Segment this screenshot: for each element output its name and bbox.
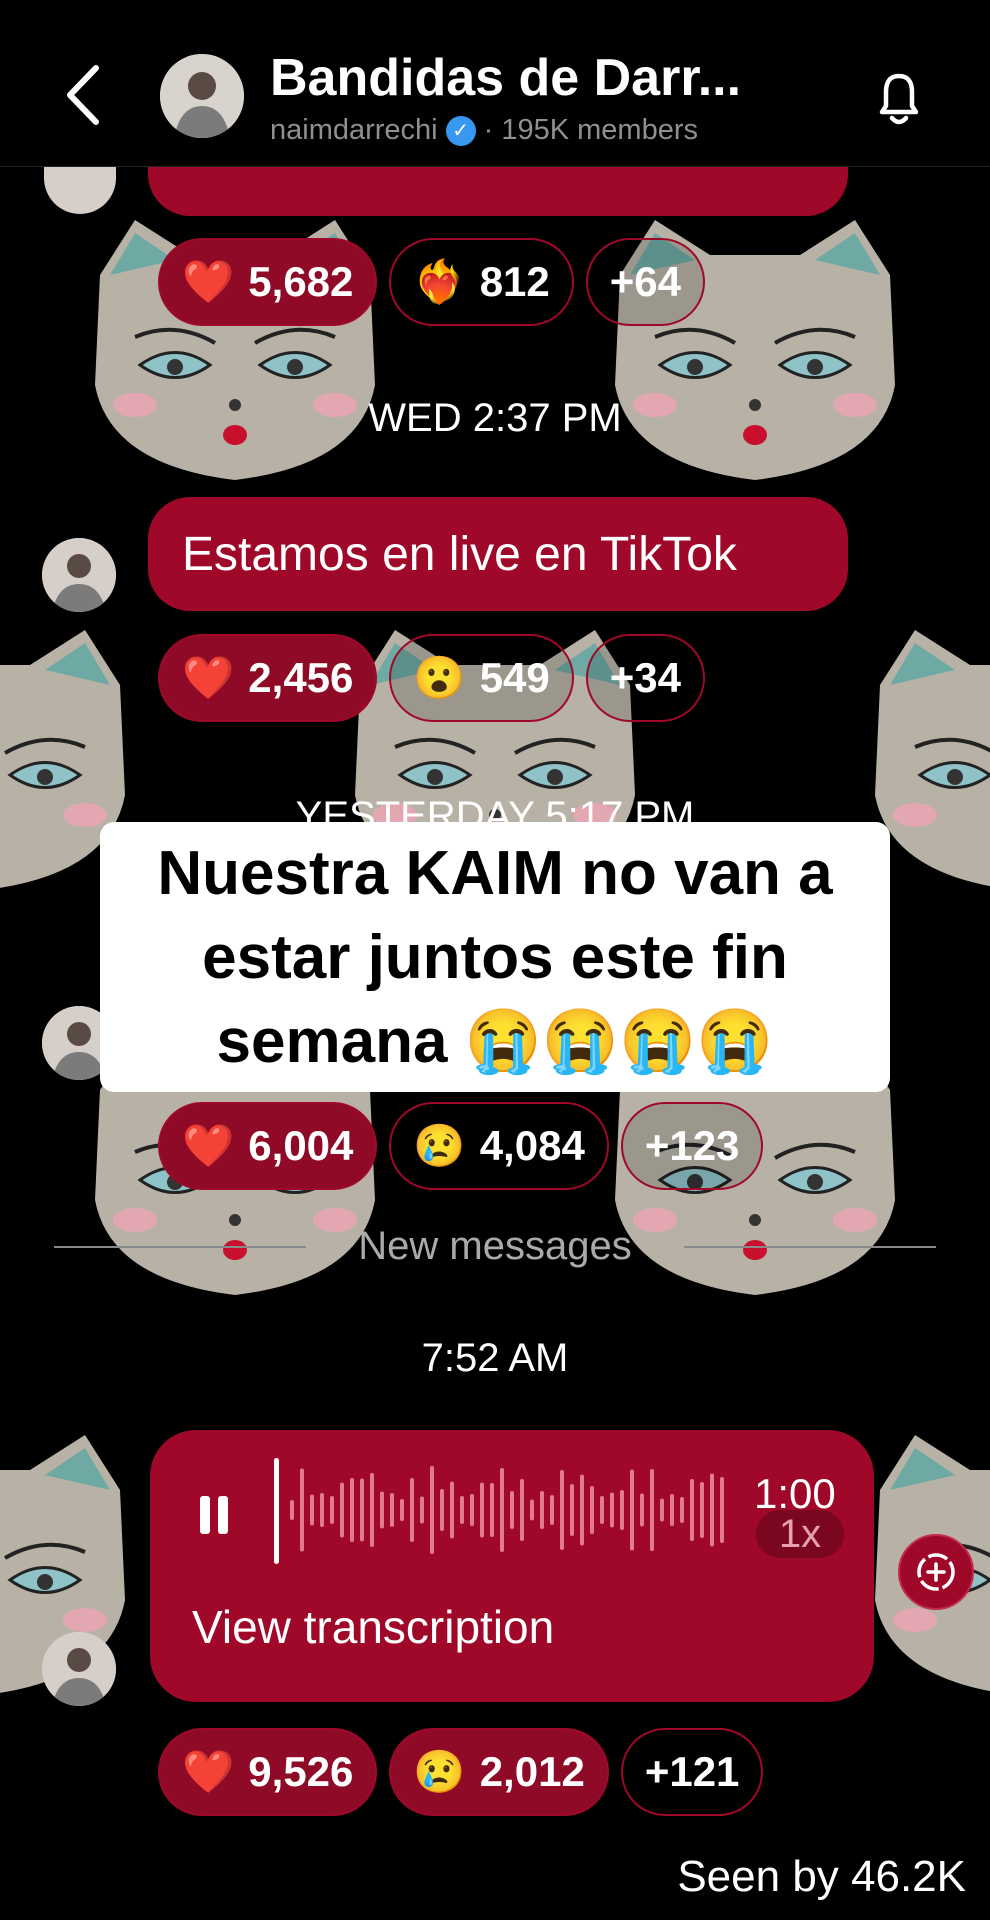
waveform-bar	[360, 1478, 364, 1542]
reaction-more[interactable]: +121	[620, 1728, 764, 1816]
add-reaction-button[interactable]	[898, 1534, 974, 1610]
waveform-bar	[340, 1482, 344, 1538]
reaction-heart[interactable]: ❤️ 6,004	[158, 1102, 378, 1190]
heart-emoji-icon: ❤️	[182, 1747, 235, 1795]
reaction-row-2: ❤️ 2,456 😮 549 +34	[158, 634, 706, 722]
waveform-bar	[350, 1478, 354, 1542]
waveform-bar	[720, 1477, 724, 1543]
caption-line-2: estar juntos este fin	[202, 923, 788, 992]
waveform-bar	[600, 1496, 604, 1524]
reaction-row-1: ❤️ 5,682 ❤️‍🔥 812 +64	[158, 238, 706, 326]
waveform-bar	[670, 1494, 674, 1526]
pause-icon[interactable]	[196, 1494, 232, 1536]
reaction-more[interactable]: +64	[585, 238, 706, 326]
reaction-row-3: ❤️ 6,004 😢 4,084 +123	[158, 1102, 764, 1190]
heart-emoji-icon: ❤️	[182, 1121, 235, 1169]
waveform-bar	[320, 1493, 324, 1527]
reaction-heart[interactable]: ❤️ 9,526	[158, 1728, 378, 1816]
reaction-row-4: ❤️ 9,526 😢 2,012 +121	[158, 1728, 764, 1816]
waveform-bar	[420, 1496, 424, 1524]
waveform-bar	[330, 1496, 334, 1524]
heart-emoji-icon: ❤️	[182, 653, 235, 701]
reaction-surprised[interactable]: 😮 549	[389, 634, 574, 722]
add-circle-icon	[917, 1553, 955, 1591]
waveform-bar	[560, 1470, 564, 1550]
back-arrow-icon[interactable]	[60, 60, 106, 130]
waveform-bar	[290, 1500, 294, 1520]
caption-line-1: Nuestra KAIM no van a	[157, 839, 833, 908]
waveform-bar	[680, 1497, 684, 1523]
crying-emoji-icon: 😢	[413, 1121, 466, 1169]
waveform-bar	[390, 1493, 394, 1527]
surprised-emoji-icon: 😮	[413, 653, 466, 701]
waveform-bar	[470, 1494, 474, 1526]
waveform-bar	[440, 1489, 444, 1531]
chat-screen: Bandidas de Darr... naimdarrechi ✓ · 195…	[0, 0, 990, 1920]
waveform-bar	[490, 1483, 494, 1537]
waveform-bar	[640, 1493, 644, 1527]
reaction-more[interactable]: +34	[585, 634, 706, 722]
waveform-bar	[300, 1468, 304, 1552]
sender-avatar[interactable]	[42, 538, 116, 612]
message-text: Estamos en live en TikTok	[182, 527, 737, 581]
audio-waveform[interactable]	[290, 1460, 730, 1560]
waveform-bar	[430, 1466, 434, 1554]
heart-fire-emoji-icon: ❤️‍🔥	[413, 257, 466, 305]
heart-emoji-icon: ❤️	[182, 257, 235, 305]
waveform-bar	[660, 1498, 664, 1522]
crying-emoji-icon: 😢	[413, 1747, 466, 1795]
waveform-bar	[690, 1479, 694, 1541]
timestamp-wed: WED 2:37 PM	[368, 396, 622, 440]
reaction-heart[interactable]: ❤️ 5,682	[158, 238, 378, 326]
waveform-bar	[700, 1482, 704, 1538]
waveform-bar	[520, 1479, 524, 1541]
sender-avatar[interactable]	[42, 1632, 116, 1706]
channel-title[interactable]: Bandidas de Darr...	[270, 48, 741, 108]
waveform-bar	[370, 1473, 374, 1547]
seen-by-count: Seen by 46.2K	[677, 1852, 966, 1901]
waveform-bar	[610, 1492, 614, 1528]
reaction-more[interactable]: +123	[620, 1102, 764, 1190]
reaction-crying[interactable]: 😢 4,084	[389, 1102, 609, 1190]
waveform-bar	[510, 1491, 514, 1529]
waveform-bar	[480, 1482, 484, 1538]
waveform-bar	[550, 1495, 554, 1525]
waveform-bar	[400, 1499, 404, 1521]
waveform-bar	[650, 1469, 654, 1551]
channel-avatar[interactable]	[160, 54, 244, 138]
waveform-bar	[310, 1494, 314, 1526]
new-messages-label: New messages	[358, 1224, 632, 1268]
waveform-bar	[450, 1481, 454, 1539]
waveform-bar	[580, 1474, 584, 1546]
waveform-bar	[570, 1484, 574, 1536]
waveform-bar	[540, 1491, 544, 1529]
channel-subtitle: naimdarrechi ✓ · 195K members	[270, 114, 698, 147]
message-live-tiktok[interactable]: Estamos en live en TikTok	[148, 497, 848, 611]
verified-badge-icon: ✓	[445, 115, 476, 146]
waveform-bar	[530, 1499, 534, 1521]
view-transcription-link[interactable]: View transcription	[192, 1600, 554, 1654]
waveform-bar	[500, 1468, 504, 1552]
timestamp-today: 7:52 AM	[421, 1336, 569, 1380]
playback-scrubber[interactable]	[274, 1458, 279, 1564]
member-count: · 195K members	[483, 114, 698, 146]
waveform-bar	[710, 1473, 714, 1547]
video-caption-overlay: Nuestra KAIM no van a estar juntos este …	[100, 822, 890, 1092]
waveform-bar	[630, 1469, 634, 1551]
reaction-crying[interactable]: 😢 2,012	[389, 1728, 609, 1816]
playback-speed-button[interactable]: 1x	[756, 1510, 844, 1558]
reaction-heart[interactable]: ❤️ 2,456	[158, 634, 378, 722]
sender-avatar[interactable]	[44, 166, 116, 214]
waveform-bar	[460, 1496, 464, 1524]
reaction-heart-fire[interactable]: ❤️‍🔥 812	[389, 238, 574, 326]
waveform-bar	[620, 1490, 624, 1530]
caption-line-3: semana 😭😭😭😭	[216, 1007, 774, 1076]
bell-icon[interactable]	[872, 68, 926, 128]
channel-username: naimdarrechi	[270, 114, 438, 146]
waveform-bar	[410, 1478, 414, 1542]
chat-header: Bandidas de Darr... naimdarrechi ✓ · 195…	[0, 0, 990, 167]
waveform-bar	[590, 1486, 594, 1534]
waveform-bar	[380, 1491, 384, 1529]
